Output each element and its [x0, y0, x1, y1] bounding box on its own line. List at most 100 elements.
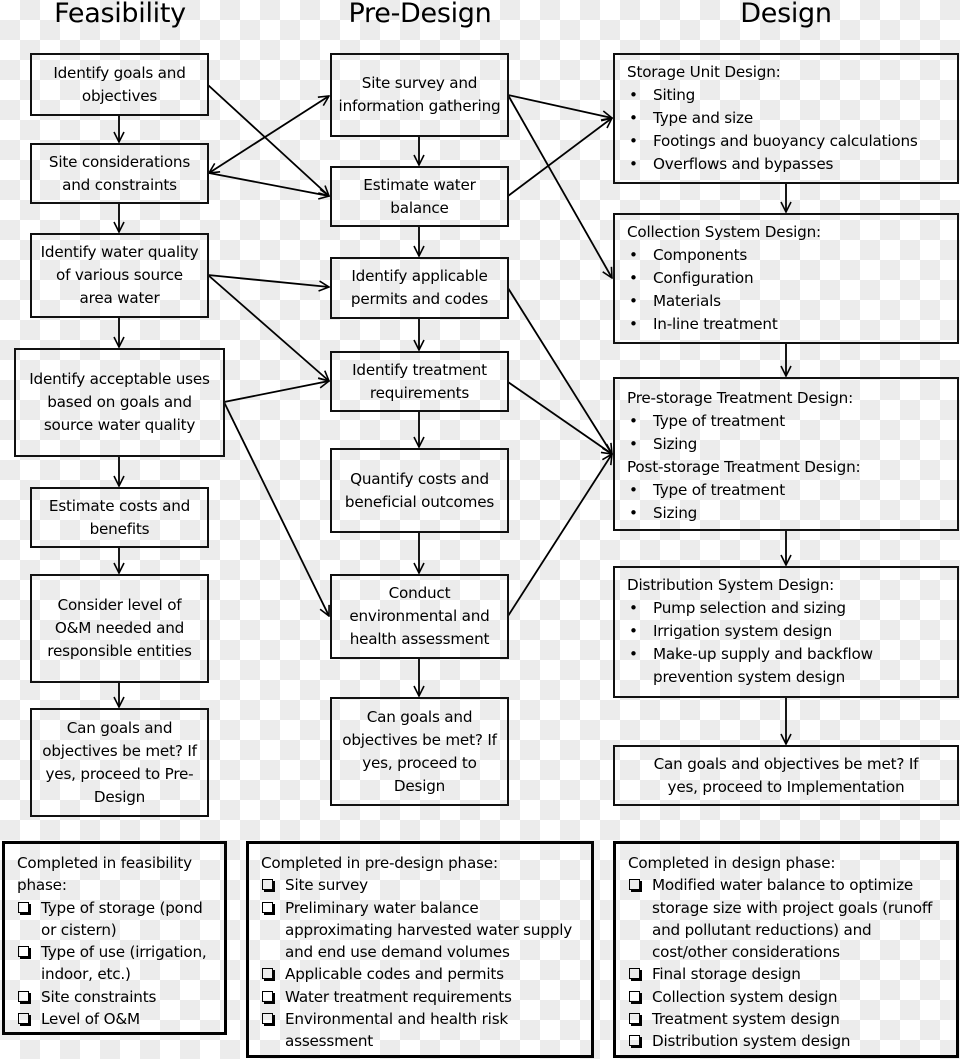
feasibility-step: Identify goals and objectives	[30, 53, 209, 116]
checkbox-icon[interactable]	[629, 990, 640, 1002]
summary-checklist: Type of storage (pond or cistern) Type o…	[17, 897, 214, 1031]
checkbox-icon[interactable]	[262, 879, 273, 891]
arrow-p3-d3	[507, 287, 612, 454]
post-storage-item: Type of treatment	[627, 479, 947, 502]
checkbox-icon[interactable]	[18, 1013, 29, 1025]
checkbox-icon[interactable]	[629, 968, 640, 980]
checklist-label: Collection system design	[652, 987, 838, 1006]
arrow-f2-p2	[208, 172, 329, 196]
design-decision: Can goals and objectives be met? If yes,…	[613, 745, 959, 806]
design-summary: Completed in design phase: Modified wate…	[613, 841, 959, 1058]
distribution-list: Pump selection and sizing Irrigation sys…	[627, 597, 947, 689]
arrow-p2-d1	[507, 118, 612, 197]
checklist-label: Modified water balance to optimize stora…	[652, 876, 933, 962]
storage-item: Type and size	[627, 107, 947, 130]
predesign-decision: Can goals and objectives be met? If yes,…	[330, 697, 509, 806]
feasibility-step: Consider level of O&M needed and respons…	[30, 574, 209, 683]
distribution-title: Distribution System Design:	[627, 576, 835, 594]
summary-title: Completed in feasibility phase:	[17, 854, 192, 895]
step-label: Estimate costs and benefits	[48, 496, 191, 538]
checklist-item: Type of storage (pond or cistern)	[17, 897, 214, 942]
step-label: Site survey and information gathering	[338, 74, 501, 115]
storage-list: Siting Type and size Footings and buoyan…	[627, 84, 947, 176]
post-storage-list: Type of treatment Sizing	[627, 479, 947, 525]
collection-item: In-line treatment	[627, 313, 947, 336]
summary-checklist: Modified water balance to optimize stora…	[628, 874, 946, 1052]
checkbox-icon[interactable]	[262, 1013, 273, 1025]
distribution-item: Pump selection and sizing	[627, 597, 947, 620]
step-label: Identify treatment requirements	[352, 360, 487, 402]
treatment-design: Pre-storage Treatment Design: Type of tr…	[613, 377, 959, 531]
step-label: Site considerations and constraints	[48, 152, 191, 194]
arrow-f4-p6	[223, 401, 329, 616]
step-label: Identify applicable permits and codes	[350, 267, 489, 308]
feasibility-step: Identify acceptable uses based on goals …	[14, 348, 225, 457]
post-storage-title: Post-storage Treatment Design:	[627, 458, 861, 476]
checklist-item: Distribution system design	[628, 1030, 946, 1052]
checklist-item: Water treatment requirements	[261, 986, 581, 1008]
checklist-label: Preliminary water balance approximating …	[285, 898, 573, 962]
predesign-step: Identify applicable permits and codes	[330, 257, 509, 319]
predesign-step: Estimate water balance	[330, 166, 509, 227]
checklist-label: Site survey	[285, 876, 368, 895]
checkbox-icon[interactable]	[629, 1013, 640, 1025]
feasibility-step: Estimate costs and benefits	[30, 487, 209, 548]
predesign-step: Conduct environmental and health assessm…	[330, 574, 509, 659]
arrow-f3-p3	[207, 274, 329, 287]
checklist-label: Final storage design	[652, 965, 801, 984]
checklist-item: Level of O&M	[17, 1008, 214, 1030]
arrow-f4-p4	[223, 381, 329, 403]
checklist-item: Type of use (irrigation, indoor, etc.)	[17, 941, 214, 986]
summary-title: Completed in pre-design phase:	[261, 854, 498, 872]
predesign-summary: Completed in pre-design phase: Site surv…	[246, 841, 594, 1058]
arrow-p1-d2	[507, 94, 612, 278]
checklist-label: Type of storage (pond or cistern)	[41, 898, 203, 939]
checkbox-icon[interactable]	[629, 1035, 640, 1047]
checklist-label: Level of O&M	[41, 1010, 140, 1029]
step-label: Consider level of O&M needed and respons…	[47, 596, 192, 660]
summary-checklist: Site survey Preliminary water balance ap…	[261, 874, 581, 1052]
checkbox-icon[interactable]	[262, 990, 273, 1002]
storage-item: Siting	[627, 84, 947, 107]
step-label: Estimate water balance	[363, 175, 476, 217]
feasibility-summary: Completed in feasibility phase: Type of …	[2, 841, 227, 1035]
checkbox-icon[interactable]	[18, 946, 29, 958]
checklist-label: Type of use (irrigation, indoor, etc.)	[41, 943, 207, 984]
checklist-item: Environmental and health risk assessment	[261, 1008, 581, 1053]
pre-storage-item: Sizing	[627, 433, 947, 456]
checkbox-icon[interactable]	[262, 968, 273, 980]
pre-storage-title: Pre-storage Treatment Design:	[627, 389, 854, 407]
storage-unit-design: Storage Unit Design: Siting Type and siz…	[613, 53, 959, 184]
checklist-item: Modified water balance to optimize stora…	[628, 874, 946, 963]
arrow-f2-p1	[209, 96, 329, 173]
checkbox-icon[interactable]	[18, 990, 29, 1002]
post-storage-item: Sizing	[627, 502, 947, 525]
checkbox-icon[interactable]	[18, 901, 29, 913]
step-label: Conduct environmental and health assessm…	[349, 584, 490, 648]
step-label: Quantify costs and beneficial outcomes	[344, 469, 495, 511]
step-label: Identify goals and objectives	[53, 63, 186, 105]
distribution-item: Irrigation system design	[627, 620, 947, 643]
checklist-label: Distribution system design	[652, 1032, 851, 1051]
checkbox-icon[interactable]	[262, 901, 273, 913]
step-label: Can goals and objectives be met? If yes,…	[42, 718, 197, 806]
collection-item: Configuration	[627, 267, 947, 290]
predesign-step: Identify treatment requirements	[330, 351, 509, 412]
predesign-step: Quantify costs and beneficial outcomes	[330, 448, 509, 533]
checkbox-icon[interactable]	[629, 879, 640, 891]
arrow-p4-d3	[507, 381, 612, 454]
predesign-step: Site survey and information gathering	[330, 53, 509, 137]
arrow-f3-p4	[207, 274, 329, 381]
pre-storage-list: Type of treatment Sizing	[627, 410, 947, 456]
collection-title: Collection System Design:	[627, 223, 821, 241]
checklist-item: Collection system design	[628, 986, 946, 1008]
arrow-f1-p2	[207, 84, 329, 196]
pre-storage-item: Type of treatment	[627, 410, 947, 433]
step-label: Identify water quality of various source…	[40, 243, 199, 307]
checklist-item: Site survey	[261, 874, 581, 896]
step-label: Can goals and objectives be met? If yes,…	[653, 754, 919, 796]
step-label: Can goals and objectives be met? If yes,…	[342, 707, 497, 795]
storage-title: Storage Unit Design:	[627, 63, 781, 81]
feasibility-decision: Can goals and objectives be met? If yes,…	[30, 708, 209, 817]
checklist-item: Applicable codes and permits	[261, 963, 581, 985]
